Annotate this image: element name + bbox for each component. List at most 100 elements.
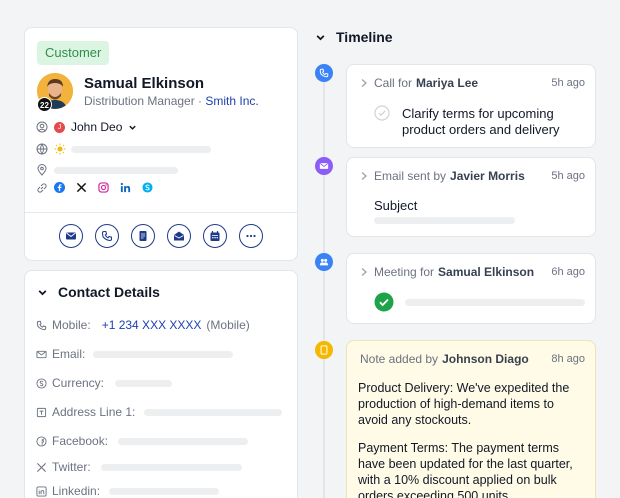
- facebook-icon[interactable]: [54, 182, 65, 193]
- detail-email: Email:: [36, 347, 85, 361]
- currency-icon: [36, 377, 47, 389]
- status-badge: Customer: [37, 41, 110, 65]
- address-label: Address Line 1:: [52, 405, 136, 419]
- check-circle-icon[interactable]: [374, 292, 394, 312]
- timeline-item[interactable]: Note added by Johnson Diago 8h ago Produ…: [346, 340, 596, 498]
- timeline-time: 5h ago: [551, 77, 585, 89]
- timeline-person: Samual Elkinson: [438, 265, 535, 279]
- timeline-person: Javier Morris: [450, 169, 525, 183]
- address-placeholder: [144, 409, 282, 416]
- owner-selector[interactable]: J John Deo: [36, 119, 137, 135]
- currency-label: Currency:: [52, 376, 105, 390]
- detail-facebook: Facebook:: [36, 434, 108, 448]
- call-button[interactable]: [95, 224, 119, 248]
- email-subject: Subject: [374, 198, 418, 213]
- timeline-body: Clarify terms for upcoming product order…: [402, 106, 560, 137]
- mail-icon: [319, 163, 329, 169]
- timeline-person: Johnson Diago: [442, 352, 529, 366]
- calendar-icon: [210, 231, 220, 241]
- twitter-placeholder: [101, 464, 242, 471]
- linkedin-label: Linkedin:: [52, 484, 101, 498]
- detail-currency: Currency:: [36, 376, 104, 390]
- user-icon: [36, 121, 48, 133]
- skype-icon[interactable]: [142, 182, 153, 193]
- timeline-person: Mariya Lee: [416, 76, 479, 90]
- timeline-item[interactable]: Call for Mariya Lee 5h ago Clarify terms…: [346, 64, 596, 148]
- detail-mobile: Mobile: +1 234 XXX XXXX (Mobile): [36, 318, 250, 332]
- owner-name: John Deo: [71, 120, 123, 134]
- linkedin-placeholder: [109, 488, 219, 495]
- timeline-item-header: Email sent by Javier Morris 5h ago: [360, 169, 585, 183]
- mobile-type: (Mobile): [206, 318, 250, 332]
- chevron-down-icon: [129, 125, 137, 130]
- more-icon: [246, 234, 256, 238]
- role-separator: ·: [194, 94, 206, 108]
- timeline-time: 8h ago: [551, 353, 585, 365]
- timeline-item[interactable]: Email sent by Javier Morris 5h ago Subje…: [346, 157, 596, 237]
- location-placeholder: [54, 167, 178, 174]
- phone-icon: [36, 320, 47, 330]
- timeline-item-header: Note added by Johnson Diago 8h ago: [360, 352, 585, 366]
- chevron-right-icon: [361, 79, 367, 87]
- link-icon: [37, 183, 47, 193]
- meeting-icon: [319, 258, 329, 266]
- mobile-label: Mobile:: [52, 318, 91, 332]
- avatar-badge: 22: [37, 97, 52, 112]
- log-email-button[interactable]: [167, 224, 191, 248]
- email-icon: [174, 231, 184, 241]
- chevron-down-icon: [38, 289, 47, 295]
- profile-card: Customer 22 Samual Elkinson Distribution…: [24, 27, 298, 261]
- timeline-action: Note added by: [360, 352, 439, 366]
- detail-address: Address Line 1:: [36, 405, 135, 419]
- note-icon: [139, 231, 147, 241]
- facebook-icon: [36, 435, 47, 447]
- facebook-label: Facebook:: [52, 434, 109, 448]
- instagram-icon[interactable]: [98, 182, 109, 193]
- schedule-meeting-button[interactable]: [203, 224, 227, 248]
- timeline-item[interactable]: Meeting for Samual Elkinson 6h ago: [346, 253, 596, 324]
- x-twitter-icon: [36, 462, 47, 472]
- detail-twitter: Twitter:: [36, 460, 91, 474]
- timeline-node-note: [315, 341, 333, 359]
- globe-icon: [36, 143, 48, 155]
- email-placeholder: [93, 351, 233, 358]
- timeline-title: Timeline: [336, 29, 393, 45]
- sun-icon: [54, 143, 66, 155]
- contact-details-toggle[interactable]: Contact Details: [37, 284, 160, 300]
- phone-icon: [101, 230, 113, 242]
- check-circle-icon[interactable]: [374, 105, 390, 121]
- timezone-placeholder: [71, 146, 211, 153]
- timeline-node-email: [315, 157, 333, 175]
- note-paragraph-2: Payment Terms: The payment terms have be…: [358, 441, 573, 498]
- chevron-right-icon: [361, 172, 367, 180]
- add-note-button[interactable]: [131, 224, 155, 248]
- timeline-item-header: Meeting for Samual Elkinson 6h ago: [360, 265, 585, 279]
- contact-name: Samual Elkinson: [84, 75, 205, 92]
- timeline-toggle[interactable]: Timeline: [315, 29, 393, 45]
- more-actions-button[interactable]: [239, 224, 263, 248]
- timeline-node-call: [315, 64, 333, 82]
- timeline-node-meeting: [315, 253, 333, 271]
- mobile-value[interactable]: +1 234 XXX XXXX: [102, 318, 202, 332]
- note-icon: [320, 345, 328, 355]
- contact-role: Distribution Manager · Smith Inc.: [84, 94, 259, 108]
- company-link[interactable]: Smith Inc.: [205, 94, 258, 108]
- address-icon: [36, 407, 47, 417]
- meeting-placeholder: [405, 299, 585, 306]
- linkedin-icon: [36, 485, 47, 497]
- location-icon: [37, 164, 47, 176]
- mail-icon: [36, 350, 47, 358]
- mail-icon: [66, 232, 76, 240]
- send-mail-button[interactable]: [59, 224, 83, 248]
- timeline-action: Meeting for: [374, 265, 435, 279]
- contact-details-card: Contact Details Mobile: +1 234 XXX XXXX …: [24, 270, 298, 498]
- timeline-time: 5h ago: [551, 170, 585, 182]
- card-divider: [25, 212, 297, 213]
- chevron-down-icon: [316, 34, 325, 40]
- linkedin-icon[interactable]: [120, 182, 131, 193]
- section-title: Contact Details: [58, 284, 160, 300]
- timeline-item-header: Call for Mariya Lee 5h ago: [360, 76, 585, 90]
- x-twitter-icon[interactable]: [76, 182, 87, 193]
- email-label: Email:: [52, 347, 86, 361]
- email-preview-placeholder: [374, 217, 515, 224]
